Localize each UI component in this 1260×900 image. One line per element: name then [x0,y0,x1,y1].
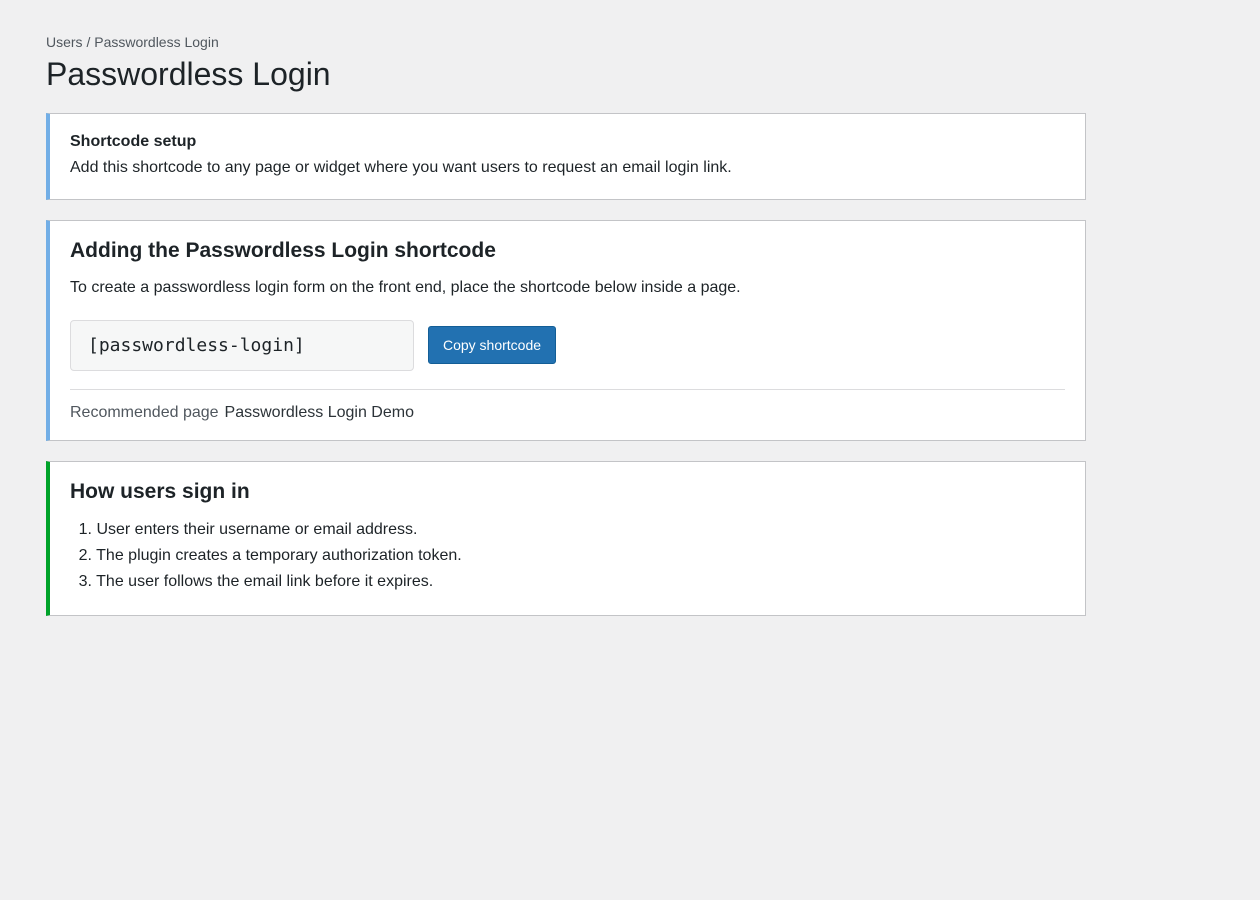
breadcrumb: Users / Passwordless Login [46,34,219,50]
step-text: The user follows the email link before i… [96,573,434,590]
recommended-page-label: Recommended page [70,404,219,421]
sign-in-steps-list: 1. User enters their username or email a… [70,518,462,596]
recommended-page-value: Passwordless Login Demo [224,404,414,421]
notice-title: Shortcode setup [70,133,197,150]
shortcode-field[interactable]: [passwordless-login] [70,320,414,371]
shortcode-setup-notice: Shortcode setup Add this shortcode to an… [46,113,1086,200]
howto-card-title: How users sign in [70,480,250,503]
notice-text: Add this shortcode to any page or widget… [70,159,732,176]
step-text: The plugin creates a temporary authoriza… [96,547,462,564]
list-item: 1. User enters their username or email a… [70,518,462,544]
step-number: 1. [78,521,92,538]
shortcode-card: Adding the Passwordless Login shortcode … [46,220,1086,441]
step-text: User enters their username or email addr… [96,521,418,538]
shortcode-card-title: Adding the Passwordless Login shortcode [70,239,496,262]
list-item: 3. The user follows the email link befor… [70,570,462,596]
page-title: Passwordless Login [46,56,331,92]
how-users-sign-in-card: How users sign in 1. User enters their u… [46,461,1086,616]
step-number: 3. [78,573,92,590]
divider [70,389,1065,390]
step-number: 2. [78,547,92,564]
list-item: 2. The plugin creates a temporary author… [70,544,462,570]
shortcode-card-description: To create a passwordless login form on t… [70,279,741,296]
copy-shortcode-button[interactable]: Copy shortcode [428,326,556,364]
recommended-page-row: Recommended page Passwordless Login Demo [70,403,414,423]
